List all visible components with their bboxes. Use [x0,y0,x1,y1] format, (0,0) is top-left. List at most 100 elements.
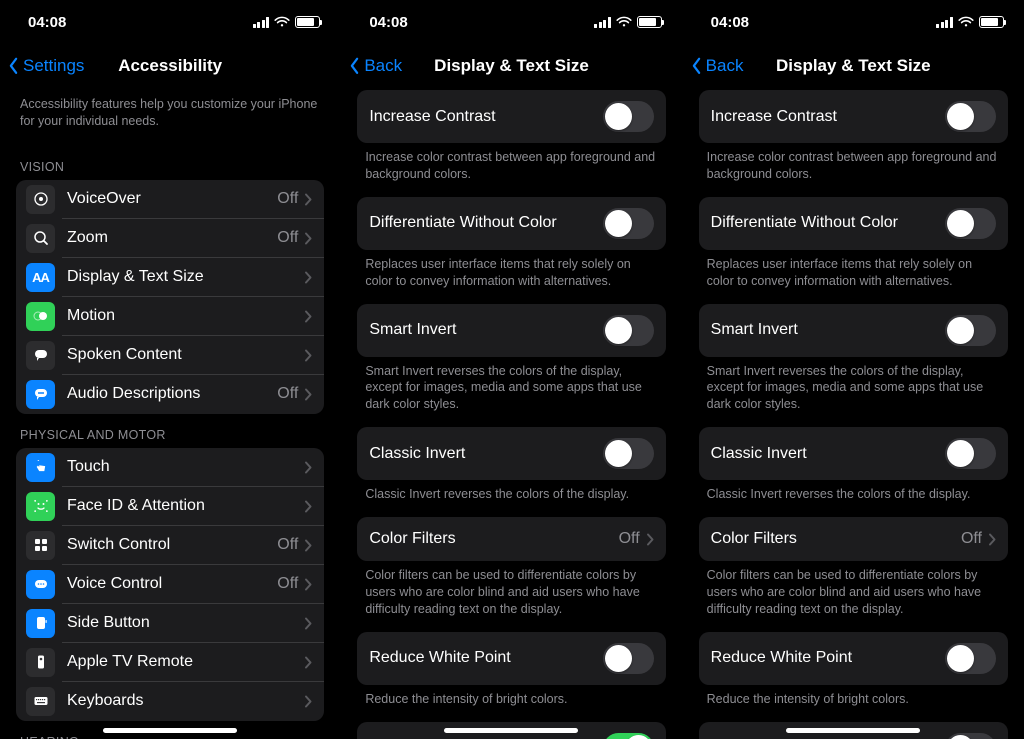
group-reduce-white-point: Reduce White Point [357,632,665,685]
row-label: Increase Contrast [369,108,495,126]
row-label: Switch Control [67,536,277,554]
phone-accessibility: 04:08 Settings Accessibility Accessibili… [0,0,341,739]
chevron-right-icon [304,539,312,552]
row-voice-control[interactable]: Voice Control Off [16,565,324,604]
toggle-reduce-white-point[interactable] [603,643,654,674]
group-diff-without-color: Differentiate Without Color [357,197,665,250]
status-icons [936,16,1004,28]
chevron-right-icon [304,232,312,245]
row-label: Smart Invert [369,321,456,339]
status-time: 04:08 [369,14,407,31]
side-button-icon [26,609,55,638]
phone-display-1: 04:08 Back Display & Text Size Increase … [683,0,1024,739]
note-smart-invert: Smart Invert reverses the colors of the … [699,357,1008,428]
display-text-size-icon: AA [26,263,55,292]
toggle-diff-without-color[interactable] [945,208,996,239]
group-color-filters: Color Filters Off [699,517,1008,561]
chevron-right-icon [304,695,312,708]
row-apple-tv-remote[interactable]: Apple TV Remote [16,643,324,682]
chevron-right-icon [646,533,654,546]
back-button[interactable]: Back [349,44,402,88]
wifi-icon [274,16,290,28]
row-spoken-content[interactable]: Spoken Content [16,336,324,375]
row-label: Reduce White Point [711,649,852,667]
note-increase-contrast: Increase color contrast between app fore… [357,143,665,197]
note-reduce-white-point: Reduce the intensity of bright colors. [357,685,665,722]
chevron-left-icon [349,57,360,75]
toggle-diff-without-color[interactable] [603,208,654,239]
row-display-text-size[interactable]: AA Display & Text Size [16,258,324,297]
toggle-increase-contrast[interactable] [945,101,996,132]
accessibility-scroll[interactable]: Accessibility features help you customiz… [0,88,340,739]
row-audio-descriptions[interactable]: Audio Descriptions Off [16,375,324,414]
switch-control-icon [26,531,55,560]
row-reduce-white-point: Reduce White Point [357,632,665,685]
row-detail: Off [277,385,298,403]
chevron-right-icon [304,617,312,630]
toggle-auto-brightness[interactable] [603,733,654,739]
group-color-filters: Color Filters Off [357,517,665,561]
nav-bar: Back Display & Text Size [683,44,1024,88]
nav-back-label: Back [706,56,744,76]
toggle-smart-invert[interactable] [603,315,654,346]
toggle-auto-brightness[interactable] [945,733,996,739]
toggle-smart-invert[interactable] [945,315,996,346]
row-zoom[interactable]: Zoom Off [16,219,324,258]
group-classic-invert: Classic Invert [357,427,665,480]
row-classic-invert: Classic Invert [357,427,665,480]
phone-display-0: 04:08 Back Display & Text Size Increase … [341,0,682,739]
row-keyboards[interactable]: Keyboards [16,682,324,721]
row-switch-control[interactable]: Switch Control Off [16,526,324,565]
wifi-icon [958,16,974,28]
apple-tv-remote-icon [26,648,55,677]
chevron-right-icon [304,656,312,669]
row-color-filters[interactable]: Color Filters Off [699,517,1008,561]
nav-title: Display & Text Size [776,56,931,76]
toggle-increase-contrast[interactable] [603,101,654,132]
row-detail: Off [619,530,640,548]
home-indicator[interactable] [444,728,578,733]
battery-icon [295,16,320,28]
display-scroll[interactable]: Increase Contrast Increase color contras… [683,88,1024,739]
group-smart-invert: Smart Invert [357,304,665,357]
row-touch[interactable]: Touch [16,448,324,487]
section-header-physical: PHYSICAL AND MOTOR [16,414,324,448]
toggle-classic-invert[interactable] [603,438,654,469]
cellular-icon [594,17,611,28]
row-label: Spoken Content [67,346,304,364]
row-detail: Off [277,536,298,554]
row-face-id-attention[interactable]: Face ID & Attention [16,487,324,526]
status-bar: 04:08 [0,0,340,44]
note-increase-contrast: Increase color contrast between app fore… [699,143,1008,197]
home-indicator[interactable] [786,728,920,733]
zoom-icon [26,224,55,253]
display-scroll[interactable]: Increase Contrast Increase color contras… [341,88,681,739]
row-voiceover[interactable]: VoiceOver Off [16,180,324,219]
row-label: Color Filters [369,530,455,548]
row-label: Differentiate Without Color [711,214,898,232]
chevron-left-icon [691,57,702,75]
back-button[interactable]: Back [691,44,744,88]
row-motion[interactable]: Motion [16,297,324,336]
home-indicator[interactable] [103,728,237,733]
back-to-settings[interactable]: Settings [8,44,84,88]
row-label: Increase Contrast [711,108,837,126]
row-increase-contrast: Increase Contrast [699,90,1008,143]
intro-text: Accessibility features help you customiz… [16,88,324,146]
row-color-filters[interactable]: Color Filters Off [357,517,665,561]
face-id-attention-icon [26,492,55,521]
chevron-right-icon [304,500,312,513]
note-diff-without-color: Replaces user interface items that rely … [699,250,1008,304]
note-classic-invert: Classic Invert reverses the colors of th… [357,480,665,517]
note-classic-invert: Classic Invert reverses the colors of th… [699,480,1008,517]
row-label: Apple TV Remote [67,653,304,671]
group-diff-without-color: Differentiate Without Color [699,197,1008,250]
group-increase-contrast: Increase Contrast [699,90,1008,143]
row-label: Zoom [67,229,277,247]
row-side-button[interactable]: Side Button [16,604,324,643]
toggle-classic-invert[interactable] [945,438,996,469]
note-color-filters: Color filters can be used to differentia… [699,561,1008,632]
toggle-reduce-white-point[interactable] [945,643,996,674]
row-reduce-white-point: Reduce White Point [699,632,1008,685]
chevron-right-icon [304,388,312,401]
